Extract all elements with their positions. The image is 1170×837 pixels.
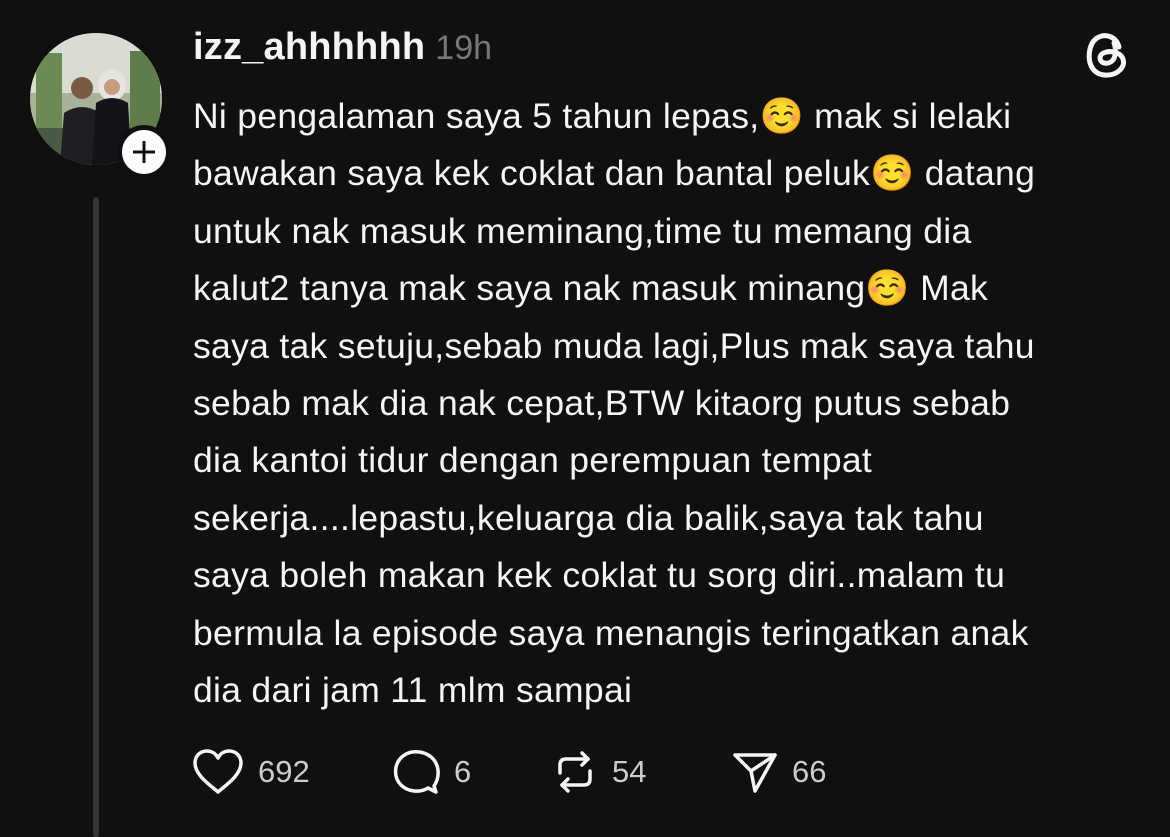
repost-count: 54	[612, 754, 647, 789]
like-count: 692	[258, 754, 310, 789]
post-text-line: bermula la episode saya menangis teringa…	[193, 612, 1029, 653]
timestamp: 19h	[435, 29, 493, 67]
share-button[interactable]: 66	[730, 744, 850, 800]
thread-connector-line	[93, 197, 99, 837]
post-text-line: Ni pengalaman saya 5 tahun lepas,☺️ mak …	[193, 96, 1012, 136]
post-text-line: untuk nak masuk meminang,time tu memang …	[193, 210, 972, 251]
like-button[interactable]: 692	[190, 744, 390, 800]
repost-button[interactable]: 54	[550, 744, 730, 800]
repost-icon	[558, 751, 592, 793]
share-count: 66	[792, 754, 827, 789]
post-text-line: saya tak setuju,sebab muda lagi,Plus mak…	[193, 325, 1035, 366]
post-text-line: sebab mak dia nak cepat,BTW kitaorg putu…	[193, 382, 1011, 423]
send-icon	[733, 753, 777, 793]
post-text-line: saya boleh makan kek coklat tu sorg diri…	[193, 555, 1006, 596]
reply-count: 6	[454, 754, 472, 789]
post-body-text: Ni pengalaman saya 5 tahun lepas,☺️ mak …	[193, 88, 1153, 719]
post-text-line: bawakan saya kek coklat dan bantal peluk…	[193, 153, 1036, 194]
thread-post: izz_ahhhhhh 19h Ni pengalaman saya 5 tah…	[0, 0, 1170, 837]
post-header: izz_ahhhhhh 19h	[193, 26, 492, 80]
reply-button[interactable]: 6	[390, 744, 550, 800]
post-text-line: dia kantoi tidur dengan perempuan tempat	[193, 440, 873, 481]
post-text-line: dia dari jam 11 mlm sampai	[193, 669, 633, 710]
username[interactable]: izz_ahhhhhh	[193, 26, 425, 69]
post-text-line: kalut2 tanya mak saya nak masuk minang☺️…	[193, 268, 989, 309]
threads-logo-icon[interactable]	[1083, 28, 1131, 80]
plus-icon	[133, 141, 155, 163]
follow-button[interactable]	[117, 125, 171, 179]
post-actions-bar: 692 6 54 66	[190, 744, 850, 800]
avatar-container	[30, 33, 171, 179]
heart-icon	[193, 749, 243, 794]
post-text-line: sekerja....lepastu,keluarga dia balik,sa…	[193, 497, 984, 538]
comment-icon	[393, 750, 440, 794]
